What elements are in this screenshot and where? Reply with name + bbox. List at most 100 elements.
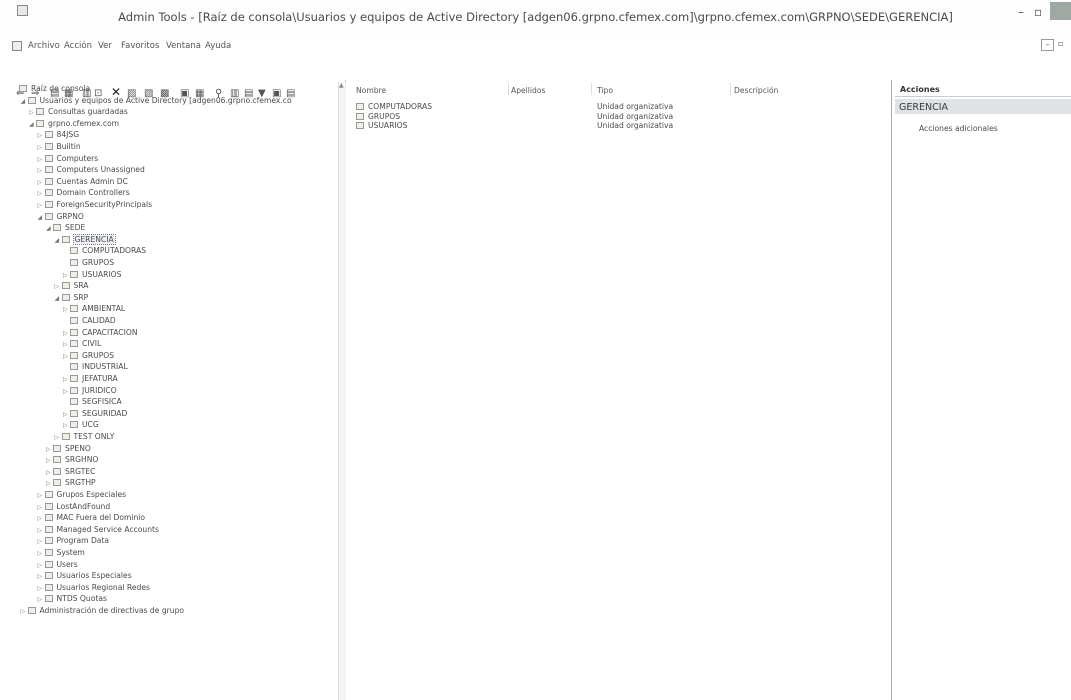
expand-arrow-icon[interactable]: ▷	[46, 478, 53, 489]
expand-arrow-icon[interactable]: ▷	[29, 107, 36, 118]
tree-item[interactable]: ▷ MAC Fuera del Dominio	[38, 512, 146, 523]
expand-arrow-icon[interactable]: ▷	[38, 536, 45, 547]
expand-arrow-icon[interactable]: ▷	[63, 351, 70, 362]
list-item[interactable]: USUARIOS	[356, 121, 407, 130]
expand-arrow-icon[interactable]: ▷	[46, 467, 53, 478]
tree-item[interactable]: ▷ Computers	[38, 153, 99, 164]
expand-arrow-icon[interactable]: ▷	[38, 165, 45, 176]
tree-item[interactable]: ◢ GRPNO	[38, 211, 84, 222]
tree-item[interactable]: ▷ JURIDICO	[63, 385, 117, 396]
expand-arrow-icon[interactable]: ▷	[38, 142, 45, 153]
tree-item[interactable]: ▷ Users	[38, 559, 78, 570]
collapse-arrow-icon[interactable]: ◢	[29, 119, 36, 130]
column-separator[interactable]	[591, 83, 592, 95]
column-header-tipo[interactable]: Tipo	[597, 86, 613, 95]
tree-item[interactable]: ▷ Cuentas Admin DC	[38, 176, 128, 187]
tree-item[interactable]: ▷ Administración de directivas de grupo	[21, 605, 185, 616]
expand-arrow-icon[interactable]: ▷	[63, 339, 70, 350]
expand-arrow-icon[interactable]: ▷	[38, 188, 45, 199]
expand-arrow-icon[interactable]: ▷	[38, 583, 45, 594]
expand-arrow-icon[interactable]: ▷	[63, 328, 70, 339]
column-header-nombre[interactable]: Nombre	[356, 86, 386, 95]
tree-item[interactable]: ▷ Builtin	[38, 141, 81, 152]
expand-arrow-icon[interactable]: ▷	[63, 270, 70, 281]
tree-item[interactable]: ▷ LostAndFound	[38, 501, 111, 512]
collapse-arrow-icon[interactable]: ◢	[38, 212, 45, 223]
tree-item[interactable]: ▷ Consultas guardadas	[29, 106, 128, 117]
tree-item[interactable]: ▷ CIVIL	[63, 338, 101, 349]
tree-item[interactable]: ▷ SRGTEC	[46, 466, 95, 477]
expand-arrow-icon[interactable]: ▷	[55, 281, 62, 292]
expand-arrow-icon[interactable]: ▷	[38, 513, 45, 524]
expand-arrow-icon[interactable]: ▷	[38, 130, 45, 141]
expand-arrow-icon[interactable]: ▷	[38, 571, 45, 582]
tree-item[interactable]: ◢ GERENCIA	[55, 233, 116, 246]
tree-item[interactable]: ▷ SRGHNO	[46, 454, 98, 465]
tree-item[interactable]: SEGFISICA	[63, 396, 122, 407]
tree-item[interactable]: ▷ GRUPOS	[63, 350, 114, 361]
list-item[interactable]: GRUPOS	[356, 112, 400, 121]
tree-item[interactable]: ▷ System	[38, 547, 85, 558]
tree-item[interactable]: ▷ Grupos Especiales	[38, 489, 127, 500]
expand-arrow-icon[interactable]: ▷	[63, 409, 70, 420]
expand-arrow-icon[interactable]: ▷	[38, 525, 45, 536]
collapse-arrow-icon[interactable]: ◢	[55, 235, 62, 246]
actions-group-label[interactable]: GERENCIA	[899, 102, 948, 113]
tree-item[interactable]: ▷ USUARIOS	[63, 269, 121, 280]
expand-arrow-icon[interactable]: ▷	[55, 432, 62, 443]
collapse-arrow-icon[interactable]: ◢	[46, 223, 53, 234]
tree-item[interactable]: ▷ SRA	[55, 280, 89, 291]
tree-item[interactable]: ▷ 84JSG	[38, 129, 80, 140]
expand-arrow-icon[interactable]: ▷	[38, 560, 45, 571]
tree-item[interactable]: ◢ grpno.cfemex.com	[29, 118, 119, 129]
tree-item[interactable]: ◢ SRP	[55, 292, 89, 303]
column-header-apellidos[interactable]: Apellidos	[511, 86, 545, 95]
scroll-up-icon[interactable]: ▲	[339, 82, 344, 89]
tree-item[interactable]: ▷ SEGURIDAD	[63, 408, 127, 419]
expand-arrow-icon[interactable]: ▷	[21, 606, 28, 617]
tree-item[interactable]: ▷ Usuarios Especiales	[38, 570, 132, 581]
tree-item[interactable]: ▷ JEFATURA	[63, 373, 118, 384]
column-separator[interactable]	[730, 83, 731, 95]
expand-arrow-icon[interactable]: ▷	[46, 444, 53, 455]
tree-item[interactable]: GRUPOS	[63, 257, 114, 268]
expand-arrow-icon[interactable]: ▷	[63, 304, 70, 315]
tree-item[interactable]: ▷ ForeignSecurityPrincipals	[38, 199, 153, 210]
restore-button[interactable]: ▫	[1034, 5, 1042, 19]
expand-arrow-icon[interactable]: ▷	[38, 594, 45, 605]
expand-arrow-icon[interactable]: ▷	[38, 490, 45, 501]
tree-item[interactable]: ▷ Program Data	[38, 535, 110, 546]
tree-item[interactable]: ▷ SPENO	[46, 443, 91, 454]
expand-arrow-icon[interactable]: ▷	[63, 386, 70, 397]
tree-item[interactable]: Raíz de consola	[12, 83, 90, 94]
expand-arrow-icon[interactable]: ▷	[63, 374, 70, 385]
action-more-actions[interactable]: Acciones adicionales	[919, 124, 998, 133]
column-separator[interactable]	[508, 83, 509, 95]
tree-item[interactable]: ▷ CAPACITACION	[63, 327, 138, 338]
tree-item[interactable]: ▷ Domain Controllers	[38, 187, 130, 198]
tree-item[interactable]: COMPUTADORAS	[63, 245, 146, 256]
minimize-button[interactable]: –	[1018, 5, 1024, 19]
expand-arrow-icon[interactable]: ▷	[38, 200, 45, 211]
tree-scrollbar[interactable]	[338, 82, 346, 700]
tree-item[interactable]: ◢ SEDE	[46, 222, 85, 233]
tree-item[interactable]: ▷ Computers Unassigned	[38, 164, 145, 175]
collapse-arrow-icon[interactable]: ◢	[55, 293, 62, 304]
expand-arrow-icon[interactable]: ▷	[38, 177, 45, 188]
tree-item[interactable]: ◢ Usuarios y equipos de Active Directory …	[21, 95, 292, 106]
expand-arrow-icon[interactable]: ▷	[38, 548, 45, 559]
tree-item[interactable]: INDUSTRIAL	[63, 361, 128, 372]
list-item[interactable]: COMPUTADORAS	[356, 102, 432, 111]
tree-item[interactable]: ▷ SRGTHP	[46, 477, 96, 488]
expand-arrow-icon[interactable]: ▷	[38, 502, 45, 513]
tree-item[interactable]: ▷ TEST ONLY	[55, 431, 115, 442]
close-button[interactable]	[1050, 2, 1071, 20]
tree-item[interactable]: ▷ Usuarios Regional Redes	[38, 582, 150, 593]
tree-item[interactable]: ▷ Managed Service Accounts	[38, 524, 160, 535]
tree-item[interactable]: ▷ UCG	[63, 419, 99, 430]
tree-item[interactable]: CALIDAD	[63, 315, 116, 326]
collapse-arrow-icon[interactable]: ◢	[21, 96, 28, 107]
tree-item[interactable]: ▷ NTDS Quotas	[38, 593, 107, 604]
expand-arrow-icon[interactable]: ▷	[63, 420, 70, 431]
expand-arrow-icon[interactable]: ▷	[46, 455, 53, 466]
